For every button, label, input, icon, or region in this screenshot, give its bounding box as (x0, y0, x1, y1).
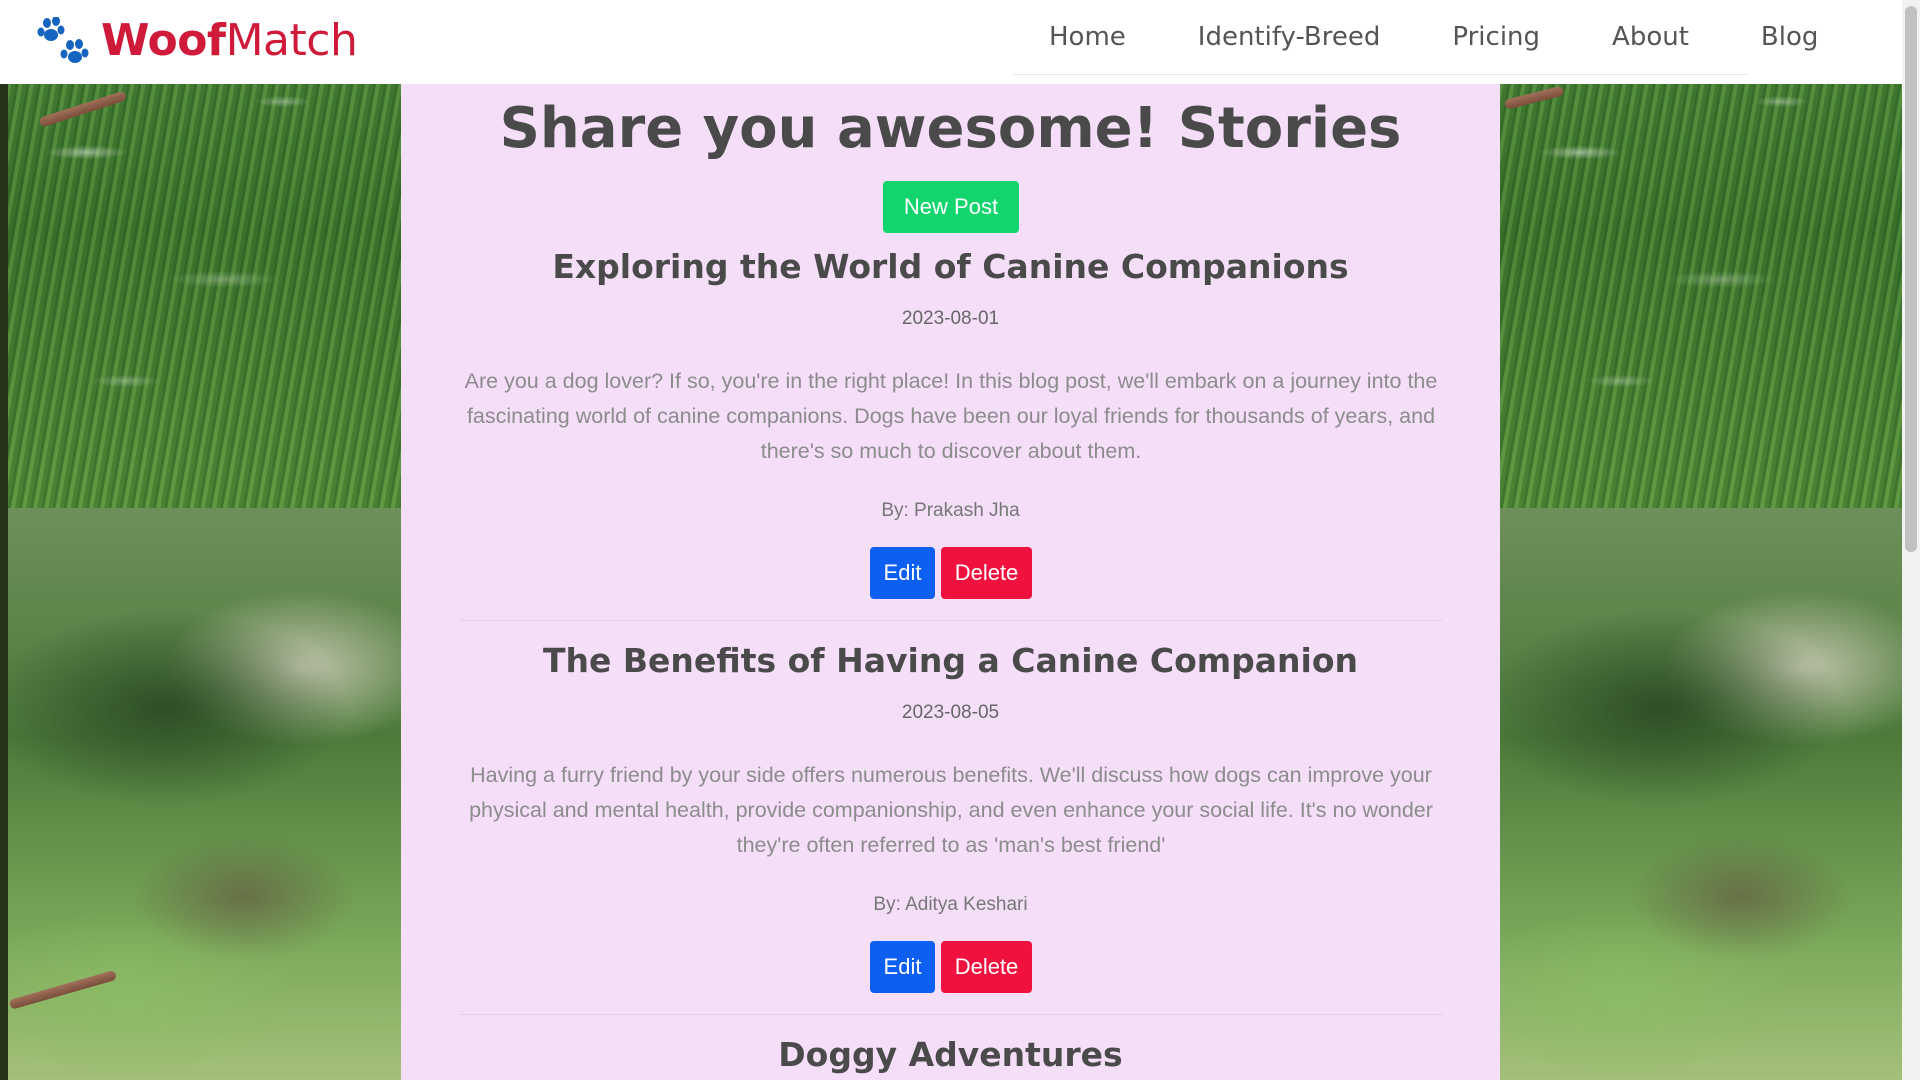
post-divider (459, 1014, 1443, 1015)
brand-name-bold: Woof (101, 15, 226, 66)
new-post-button[interactable]: New Post (883, 181, 1019, 233)
post-author: By: Prakash Jha (881, 500, 1020, 521)
scrollbar-thumb[interactable] (1905, 6, 1917, 552)
post-date: 2023-08-05 (901, 702, 1000, 723)
post-title: Doggy Adventures (778, 1035, 1123, 1074)
post-title: Exploring the World of Canine Companions (552, 247, 1349, 286)
delete-post-button[interactable]: Delete (941, 547, 1032, 599)
nav-link-pricing[interactable]: Pricing (1452, 22, 1540, 52)
nav-link-home[interactable]: Home (1049, 22, 1126, 52)
post-body: Are you a dog lover? If so, you're in th… (464, 369, 1438, 463)
page-scrollbar[interactable] (1902, 0, 1920, 1080)
background-tile-blurred (1500, 508, 1902, 1080)
brand-name: WoofMatch (101, 15, 358, 66)
post-author: By: Aditya Keshari (873, 894, 1028, 915)
brand-name-light: Match (225, 15, 358, 66)
edit-post-button[interactable]: Edit (870, 547, 935, 599)
background-edge (0, 0, 8, 1080)
post-date: 2023-08-01 (901, 308, 1000, 329)
nav-link-identify-breed[interactable]: Identify-Breed (1198, 22, 1381, 52)
site-header: WoofMatch Home Identify-Breed Pricing Ab… (0, 0, 1902, 84)
background-tile-blurred (8, 508, 401, 1080)
paw-print-icon (37, 17, 89, 63)
site-logo[interactable]: WoofMatch (37, 15, 358, 66)
nav-link-blog[interactable]: Blog (1761, 22, 1818, 52)
page-title: Share you awesome! Stories (499, 96, 1402, 161)
main-nav: Home Identify-Breed Pricing About Blog (1013, 0, 1818, 75)
edit-post-button[interactable]: Edit (870, 941, 935, 993)
delete-post-button[interactable]: Delete (941, 941, 1032, 993)
post-divider (459, 620, 1443, 621)
post-title: The Benefits of Having a Canine Companio… (542, 641, 1359, 680)
blog-panel: Share you awesome! Stories New Post Expl… (401, 84, 1500, 1080)
nav-link-about[interactable]: About (1612, 22, 1689, 52)
post-body: Having a furry friend by your side offer… (469, 763, 1433, 857)
